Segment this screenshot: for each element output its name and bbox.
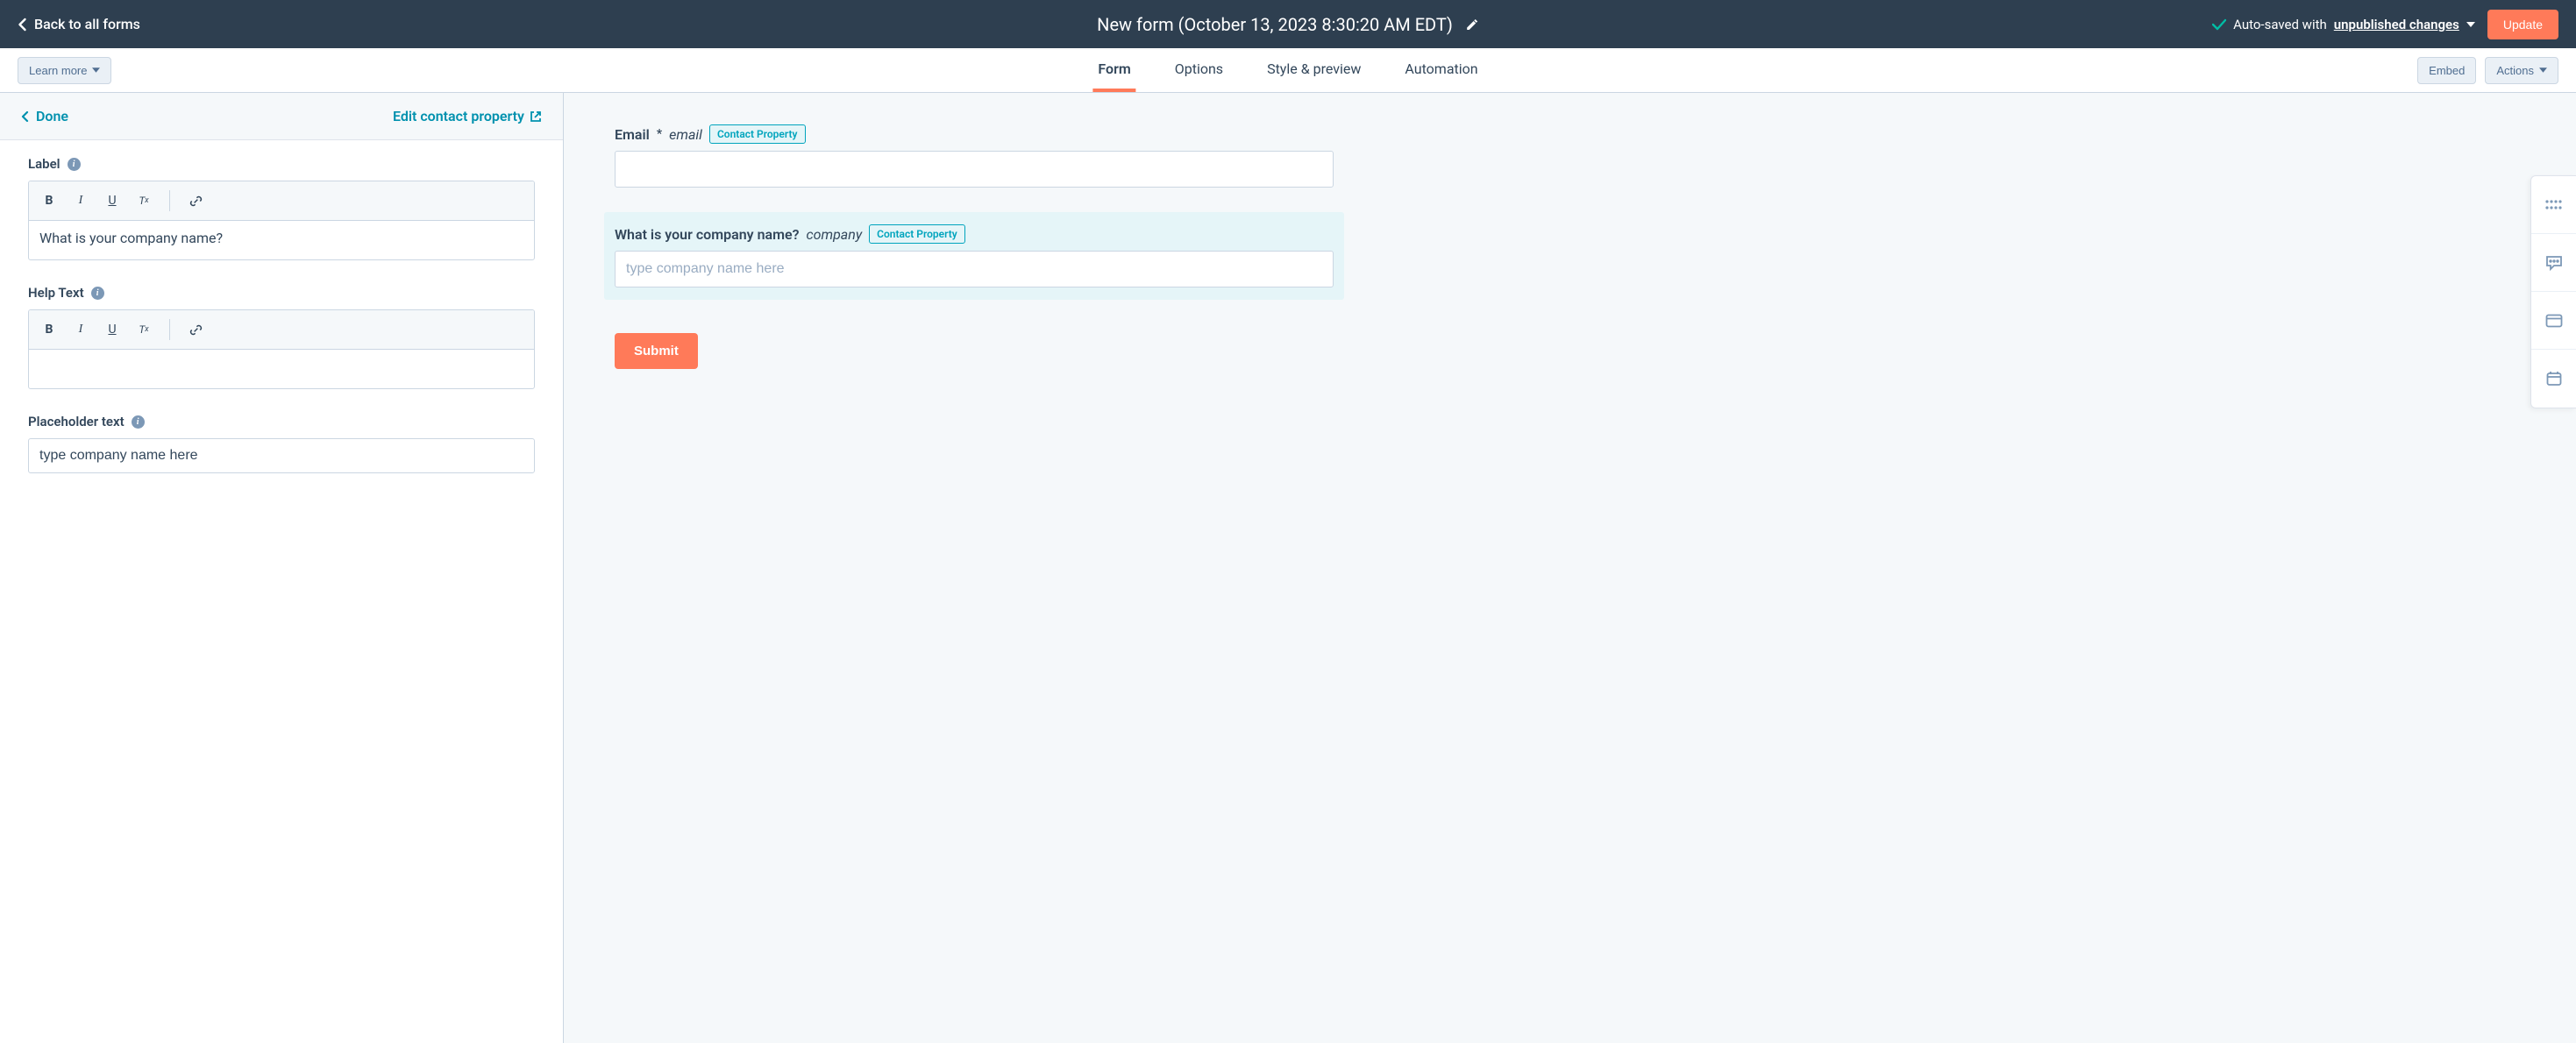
caret-down-icon [92, 67, 100, 73]
edit-prop-label: Edit contact property [393, 108, 524, 124]
field-editor-header: Done Edit contact property [0, 93, 563, 140]
placeholder-field-block: Placeholder text i [28, 414, 535, 473]
right-rail [2530, 175, 2576, 408]
rail-grid-icon[interactable] [2531, 176, 2576, 234]
editor-tabs: Form Options Style & preview Automation [1092, 48, 1483, 92]
placeholder-heading-row: Placeholder text i [28, 414, 535, 429]
preview-inner: Email * email Contact Property What is y… [615, 119, 1334, 369]
edit-title-icon[interactable] [1465, 18, 1479, 32]
top-bar: Back to all forms New form (October 13, … [0, 0, 2576, 48]
required-mark: * [657, 127, 662, 141]
link-button[interactable] [186, 191, 205, 210]
tab-form[interactable]: Form [1092, 48, 1135, 92]
preview-field-slug: company [807, 226, 863, 243]
back-label: Back to all forms [34, 16, 140, 32]
back-to-forms-link[interactable]: Back to all forms [18, 16, 140, 32]
contact-property-badge: Contact Property [869, 224, 965, 244]
edit-contact-property-link[interactable]: Edit contact property [393, 108, 542, 124]
helptext-field-block: Help Text i B I U Tx [28, 285, 535, 389]
update-button[interactable]: Update [2487, 10, 2558, 39]
placeholder-heading: Placeholder text [28, 414, 125, 429]
actions-label: Actions [2496, 64, 2534, 77]
label-rte-toolbar: B I U Tx [29, 181, 534, 221]
underline-button[interactable]: U [103, 320, 122, 339]
field-editor-panel: Done Edit contact property Label i B I U [0, 93, 564, 1043]
label-field-block: Label i B I U Tx What is your company [28, 156, 535, 260]
underline-button[interactable]: U [103, 191, 122, 210]
preview-field-label-row: Email * email Contact Property [615, 124, 1334, 144]
toolbar-separator [169, 190, 170, 211]
check-icon [2212, 18, 2226, 31]
tab-options[interactable]: Options [1170, 48, 1228, 92]
field-editor-body: Label i B I U Tx What is your company [0, 140, 563, 514]
caret-down-icon [2466, 22, 2475, 27]
rail-chat-icon[interactable] [2531, 234, 2576, 292]
preview-field-slug: email [669, 126, 702, 143]
italic-button[interactable]: I [71, 191, 90, 210]
chevron-left-icon [21, 110, 29, 123]
link-button[interactable] [186, 320, 205, 339]
bold-button[interactable]: B [39, 191, 59, 210]
preview-email-input[interactable] [615, 151, 1334, 188]
preview-field-label-row: What is your company name? company Conta… [615, 224, 1334, 244]
label-rte: B I U Tx What is your company name? [28, 181, 535, 260]
autosave-prefix: Auto-saved with [2233, 17, 2327, 32]
helptext-rte-toolbar: B I U Tx [29, 310, 534, 350]
rail-calendar-icon[interactable] [2531, 350, 2576, 408]
label-input[interactable]: What is your company name? [29, 221, 534, 259]
external-link-icon [530, 110, 542, 123]
clear-format-button[interactable]: Tx [134, 191, 153, 210]
done-button[interactable]: Done [21, 108, 68, 124]
info-icon[interactable]: i [68, 158, 81, 171]
helptext-heading-row: Help Text i [28, 285, 535, 301]
contact-property-badge: Contact Property [709, 124, 806, 144]
autosave-unpublished: unpublished changes [2334, 17, 2459, 32]
preview-field-company[interactable]: What is your company name? company Conta… [604, 212, 1344, 300]
preview-field-label: What is your company name? [615, 226, 800, 243]
helptext-heading: Help Text [28, 285, 84, 301]
learn-more-label: Learn more [29, 64, 87, 77]
embed-button[interactable]: Embed [2417, 57, 2476, 84]
helptext-rte: B I U Tx [28, 309, 535, 389]
tab-automation[interactable]: Automation [1399, 48, 1483, 92]
autosave-status[interactable]: Auto-saved with unpublished changes [2212, 17, 2475, 32]
tab-style-preview[interactable]: Style & preview [1262, 48, 1366, 92]
label-heading: Label [28, 156, 60, 172]
info-icon[interactable]: i [132, 415, 145, 429]
actions-button[interactable]: Actions [2485, 57, 2558, 84]
placeholder-input[interactable] [28, 438, 535, 473]
main-content: Done Edit contact property Label i B I U [0, 93, 2576, 1043]
learn-more-button[interactable]: Learn more [18, 57, 111, 84]
done-label: Done [36, 108, 68, 124]
secondary-bar: Learn more Form Options Style & preview … [0, 48, 2576, 93]
italic-button[interactable]: I [71, 320, 90, 339]
preview-field-label: Email [615, 126, 650, 143]
clear-format-button[interactable]: Tx [134, 320, 153, 339]
preview-company-input[interactable] [615, 251, 1334, 287]
preview-field-email[interactable]: Email * email Contact Property [615, 119, 1334, 193]
caret-down-icon [2539, 67, 2547, 73]
form-preview-panel: Email * email Contact Property What is y… [564, 93, 2576, 1043]
header-right: Auto-saved with unpublished changes Upda… [2212, 10, 2558, 39]
chevron-left-icon [18, 18, 27, 32]
header-center: New form (October 13, 2023 8:30:20 AM ED… [1097, 14, 1479, 35]
label-heading-row: Label i [28, 156, 535, 172]
rail-window-icon[interactable] [2531, 292, 2576, 350]
form-title: New form (October 13, 2023 8:30:20 AM ED… [1097, 14, 1453, 35]
info-icon[interactable]: i [91, 287, 104, 300]
toolbar-separator [169, 319, 170, 340]
bold-button[interactable]: B [39, 320, 59, 339]
submit-button[interactable]: Submit [615, 333, 698, 369]
helptext-input[interactable] [29, 350, 534, 388]
